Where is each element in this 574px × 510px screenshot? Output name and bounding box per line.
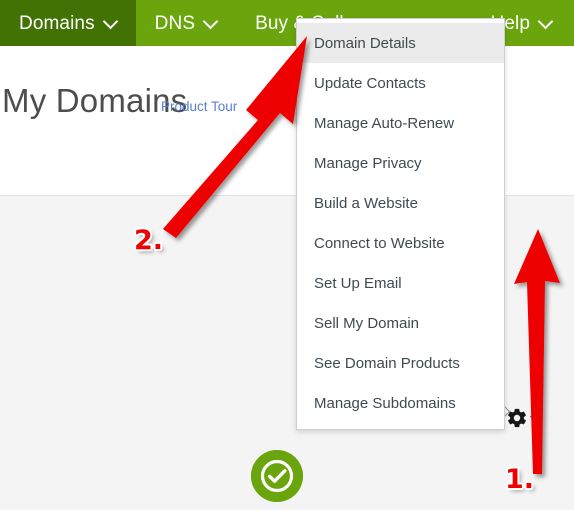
- domains-dropdown-menu: Domain Details Update Contacts Manage Au…: [296, 18, 505, 430]
- status-check-circle-icon: [251, 450, 303, 502]
- menu-item-manage-subdomains[interactable]: Manage Subdomains: [297, 383, 504, 423]
- menu-item-see-domain-products[interactable]: See Domain Products: [297, 343, 504, 383]
- menu-item-domain-details[interactable]: Domain Details: [297, 23, 504, 63]
- menu-item-label: Manage Auto-Renew: [314, 114, 455, 132]
- chevron-down-icon: [204, 15, 217, 28]
- menu-item-label: See Domain Products: [314, 354, 460, 372]
- menu-item-label: Set Up Email: [314, 274, 402, 292]
- chevron-down-icon: [539, 15, 552, 28]
- menu-item-update-contacts[interactable]: Update Contacts: [297, 63, 504, 103]
- nav-item-domains-label: Domains: [19, 12, 95, 34]
- menu-item-set-up-email[interactable]: Set Up Email: [297, 263, 504, 303]
- nav-item-dns-label: DNS: [154, 12, 196, 34]
- menu-item-manage-auto-renew[interactable]: Manage Auto-Renew: [297, 103, 504, 143]
- menu-item-label: Sell My Domain: [314, 314, 420, 332]
- chevron-down-icon: [104, 15, 117, 28]
- app-root: Domains DNS Buy & Sell Help My Domains P…: [0, 0, 574, 510]
- nav-item-dns[interactable]: DNS: [136, 0, 236, 46]
- menu-item-connect-to-website[interactable]: Connect to Website: [297, 223, 504, 263]
- nav-item-domains[interactable]: Domains: [0, 0, 136, 46]
- menu-item-label: Update Contacts: [314, 74, 426, 92]
- page-title: My Domains: [2, 82, 188, 119]
- menu-item-build-a-website[interactable]: Build a Website: [297, 183, 504, 223]
- product-tour-link[interactable]: Product Tour: [161, 99, 237, 114]
- menu-item-label: Connect to Website: [314, 234, 445, 252]
- annotation-marker-1: 1.: [505, 464, 535, 495]
- chevron-down-icon[interactable]: [531, 412, 544, 425]
- annotation-marker-2: 2.: [134, 225, 164, 256]
- menu-item-manage-privacy[interactable]: Manage Privacy: [297, 143, 504, 183]
- menu-item-label: Domain Details: [314, 34, 416, 52]
- menu-item-label: Manage Privacy: [314, 154, 422, 172]
- menu-item-sell-my-domain[interactable]: Sell My Domain: [297, 303, 504, 343]
- menu-item-label: Build a Website: [314, 194, 418, 212]
- gear-icon[interactable]: [506, 407, 528, 429]
- menu-item-label: Manage Subdomains: [314, 394, 456, 412]
